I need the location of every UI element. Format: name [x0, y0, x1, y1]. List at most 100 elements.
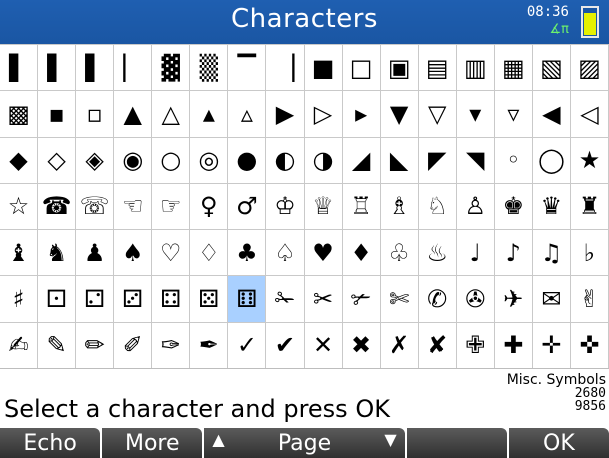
character-cell[interactable]: ✏	[76, 322, 115, 369]
character-cell[interactable]: ⚄	[190, 276, 229, 323]
character-cell[interactable]: ▌	[38, 45, 77, 92]
character-cell[interactable]: ✔	[266, 322, 305, 369]
character-cell[interactable]: ☜	[114, 183, 153, 231]
character-cell[interactable]: ▥	[456, 45, 495, 92]
character-cell[interactable]: ▼	[380, 91, 419, 138]
character-cell[interactable]: ◥	[456, 137, 495, 184]
character-cell[interactable]: ⚂	[114, 276, 153, 323]
character-cell[interactable]: ▴	[190, 91, 229, 138]
character-cell[interactable]: ♜	[570, 183, 609, 231]
character-cell[interactable]: ◀	[532, 91, 571, 138]
character-cell[interactable]: ♫	[532, 230, 571, 277]
character-cell[interactable]: ♛	[532, 183, 571, 231]
character-cell[interactable]: ●	[228, 137, 267, 184]
character-cell[interactable]: ☏	[76, 183, 115, 231]
character-cell[interactable]: ◯	[532, 137, 571, 184]
character-cell[interactable]: ✘	[418, 322, 457, 369]
page-button[interactable]: ▲ Page ▼	[204, 428, 405, 458]
character-cell[interactable]: ▸	[342, 91, 381, 138]
empty-softkey[interactable]	[406, 428, 507, 458]
character-cell[interactable]: ♂	[228, 183, 267, 231]
character-cell[interactable]: ✌	[570, 276, 609, 323]
character-cell[interactable]: ☞	[152, 183, 191, 231]
character-cell[interactable]: ♡	[152, 230, 191, 277]
character-cell[interactable]: ♯	[0, 276, 39, 323]
character-cell[interactable]: ☆	[0, 183, 39, 231]
character-cell[interactable]: ✐	[114, 322, 153, 369]
character-cell[interactable]: ▩	[0, 91, 39, 138]
character-cell[interactable]: ▓	[152, 45, 191, 92]
character-cell[interactable]: ✉	[532, 276, 571, 323]
character-cell[interactable]: ♠	[114, 230, 153, 277]
character-cell[interactable]: ♘	[418, 183, 457, 231]
character-cell[interactable]: ✎	[38, 322, 77, 369]
character-cell[interactable]: ▾	[456, 91, 495, 138]
character-cell[interactable]: ♨	[418, 230, 457, 277]
character-cell[interactable]: ✚	[494, 322, 533, 369]
character-cell[interactable]: ♭	[570, 230, 609, 277]
character-cell[interactable]: ◎	[190, 137, 229, 184]
more-button[interactable]: More	[102, 428, 203, 458]
character-cell[interactable]: ◁	[570, 91, 609, 138]
character-cell[interactable]: ✈	[494, 276, 533, 323]
character-cell[interactable]: ◢	[342, 137, 381, 184]
character-cell[interactable]: ⚃	[152, 276, 191, 323]
character-cell[interactable]: ⚀	[38, 276, 77, 323]
character-cell[interactable]: ♤	[266, 230, 305, 277]
character-cell[interactable]: ♝	[0, 230, 39, 277]
character-cell[interactable]: ▧	[532, 45, 571, 92]
character-cell[interactable]: ▨	[570, 45, 609, 92]
character-cell[interactable]: ▫	[76, 91, 115, 138]
character-cell[interactable]: ◆	[0, 137, 39, 184]
character-cell[interactable]: ✄	[380, 276, 419, 323]
character-cell[interactable]: ◐	[266, 137, 305, 184]
character-cell[interactable]: ▌	[0, 45, 39, 92]
character-cell[interactable]: ▿	[494, 91, 533, 138]
character-cell[interactable]: ✒	[190, 322, 229, 369]
character-cell[interactable]: ◤	[418, 137, 457, 184]
character-cell[interactable]: ◈	[76, 137, 115, 184]
character-cell[interactable]: ✕	[304, 322, 343, 369]
character-cell[interactable]: ✑	[152, 322, 191, 369]
character-cell[interactable]: ◉	[114, 137, 153, 184]
character-cell[interactable]: ✍	[0, 322, 39, 369]
character-cell[interactable]: ▷	[304, 91, 343, 138]
character-cell[interactable]: ▒	[190, 45, 229, 92]
character-cell[interactable]: ✙	[456, 322, 495, 369]
character-cell[interactable]: ▌	[76, 45, 115, 92]
ok-button[interactable]: OK	[508, 428, 609, 458]
character-cell[interactable]: ♢	[190, 230, 229, 277]
character-cell[interactable]: △	[152, 91, 191, 138]
character-cell[interactable]: ✓	[228, 322, 267, 369]
character-cell[interactable]: ♞	[38, 230, 77, 277]
character-cell[interactable]: ♖	[342, 183, 381, 231]
character-cell[interactable]: ♪	[494, 230, 533, 277]
character-cell[interactable]: ▲	[114, 91, 153, 138]
character-cell[interactable]: ✂	[304, 276, 343, 323]
character-cell[interactable]: ▶	[266, 91, 305, 138]
character-cell[interactable]: ✛	[532, 322, 571, 369]
character-cell[interactable]: ⚅	[228, 276, 267, 323]
character-cell[interactable]: ■	[304, 45, 343, 92]
character-cell[interactable]: ♙	[456, 183, 495, 231]
character-cell[interactable]: ♣	[228, 230, 267, 277]
character-cell[interactable]: ✁	[266, 276, 305, 323]
character-cell[interactable]: ▏	[114, 45, 153, 92]
character-cell[interactable]: ▦	[494, 45, 533, 92]
character-cell[interactable]: ▔	[228, 45, 267, 92]
character-cell[interactable]: ◣	[380, 137, 419, 184]
character-cell[interactable]: ♟	[76, 230, 115, 277]
character-cell[interactable]: ♗	[380, 183, 419, 231]
character-cell[interactable]: ✖	[342, 322, 381, 369]
character-cell[interactable]: ★	[570, 137, 609, 184]
character-cell[interactable]: ▪	[38, 91, 77, 138]
character-cell[interactable]: ♚	[494, 183, 533, 231]
character-cell[interactable]: ✜	[570, 322, 609, 369]
echo-button[interactable]: Echo	[0, 428, 101, 458]
character-cell[interactable]: ♩	[456, 230, 495, 277]
character-cell[interactable]: ▵	[228, 91, 267, 138]
character-cell[interactable]: ♀	[190, 183, 229, 231]
character-cell[interactable]: ◦	[494, 137, 533, 184]
character-cell[interactable]: ▽	[418, 91, 457, 138]
character-cell[interactable]: ✗	[380, 322, 419, 369]
